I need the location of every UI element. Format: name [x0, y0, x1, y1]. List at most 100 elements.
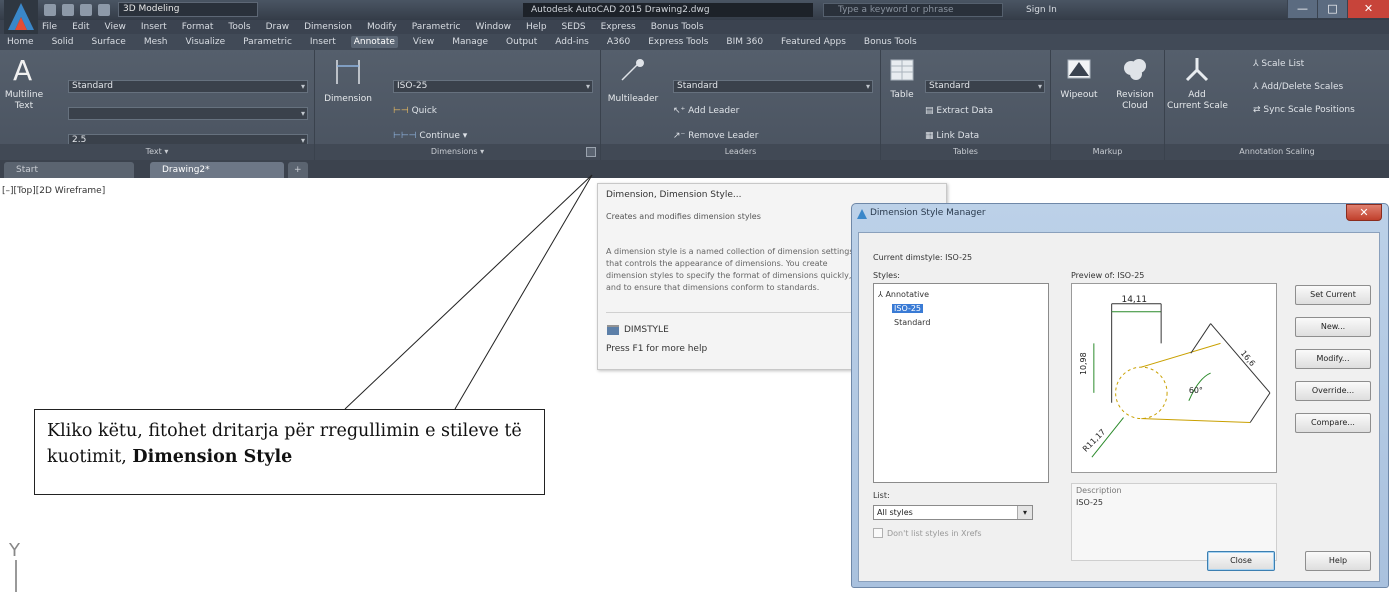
doc-tab-start[interactable]: Start [4, 162, 134, 178]
text-a-icon: A [13, 54, 32, 87]
menu-modify[interactable]: Modify [367, 22, 397, 32]
dimensions-panel-title[interactable]: Dimensions ▾ [315, 144, 600, 160]
tab-parametric[interactable]: Parametric [240, 36, 295, 48]
tab-insert[interactable]: Insert [307, 36, 339, 48]
dialog-body: Current dimstyle: ISO-25 Styles: Preview… [858, 232, 1380, 582]
tab-bonus-tools[interactable]: Bonus Tools [861, 36, 920, 48]
menu-draw[interactable]: Draw [266, 22, 290, 32]
menu-view[interactable]: View [105, 22, 126, 32]
scale-list-button[interactable]: ⅄ Scale List [1253, 58, 1304, 70]
sync-scale-button[interactable]: ⇄ Sync Scale Positions [1253, 104, 1355, 116]
leaders-panel-title[interactable]: Leaders [601, 144, 880, 160]
tab-output[interactable]: Output [503, 36, 540, 48]
text-panel-title[interactable]: Text ▾ [0, 144, 314, 160]
menu-parametric[interactable]: Parametric [412, 22, 461, 32]
tab-visualize[interactable]: Visualize [183, 36, 229, 48]
menu-express[interactable]: Express [601, 22, 636, 32]
style-item-standard[interactable]: Standard [894, 318, 930, 327]
dimension-button[interactable]: Dimension [321, 54, 375, 105]
menu-dimension[interactable]: Dimension [304, 22, 352, 32]
quick-dim-button[interactable]: ⊢⊣ Quick [393, 105, 437, 117]
tab-featured-apps[interactable]: Featured Apps [778, 36, 849, 48]
style-item-annotative[interactable]: ⅄ Annotative [878, 290, 929, 299]
tab-solid[interactable]: Solid [49, 36, 77, 48]
dimension-style-launcher-icon[interactable] [586, 147, 596, 157]
tab-manage[interactable]: Manage [449, 36, 491, 48]
extract-data-button[interactable]: ▤ Extract Data [925, 105, 993, 117]
window-controls: — □ ✕ [1287, 0, 1389, 20]
multileader-button[interactable]: Multileader [607, 54, 659, 105]
compare-style-button[interactable]: Compare... [1295, 413, 1371, 433]
continue-dim-button[interactable]: ⊢⊢⊣ Continue ▾ [393, 130, 467, 142]
search-input[interactable]: Type a keyword or phrase [823, 3, 1003, 17]
revision-cloud-button[interactable]: Revision Cloud [1107, 54, 1163, 112]
find-text-combo[interactable] [68, 107, 308, 120]
menu-format[interactable]: Format [182, 22, 214, 32]
new-icon[interactable] [44, 4, 56, 16]
set-current-button[interactable]: Set Current [1295, 285, 1371, 305]
menu-seds[interactable]: SEDS [562, 22, 586, 32]
maximize-button[interactable]: □ [1317, 0, 1347, 18]
menu-tools[interactable]: Tools [228, 22, 250, 32]
workspace-dropdown[interactable]: 3D Modeling [118, 2, 258, 17]
remove-leader-button[interactable]: ↗⁻ Remove Leader [673, 130, 758, 142]
style-item-iso25[interactable]: ISO-25 [892, 304, 924, 313]
gear-icon[interactable] [98, 4, 110, 16]
modify-style-button[interactable]: Modify... [1295, 349, 1371, 369]
instruction-callout: Kliko këtu, fitohet dritarja për rregull… [34, 409, 545, 495]
override-style-button[interactable]: Override... [1295, 381, 1371, 401]
tab-home[interactable]: Home [4, 36, 37, 48]
add-delete-scales-button[interactable]: ⅄ Add/Delete Scales [1253, 81, 1343, 93]
tab-express-tools[interactable]: Express Tools [645, 36, 711, 48]
help-button[interactable]: Help [1305, 551, 1371, 571]
multiline-text-button[interactable]: A Multiline Text [4, 54, 44, 112]
menu-insert[interactable]: Insert [141, 22, 167, 32]
tab-bim360[interactable]: BIM 360 [723, 36, 766, 48]
ribbon-panel-area: A Multiline Text Standard 2.5 Text ▾ Dim… [0, 50, 1389, 160]
tab-view[interactable]: View [410, 36, 437, 48]
quick-dim-label: Quick [411, 106, 438, 116]
menu-help[interactable]: Help [526, 22, 547, 32]
table-style-combo[interactable]: Standard [925, 80, 1045, 93]
minimize-button[interactable]: — [1287, 0, 1317, 18]
menu-window[interactable]: Window [476, 22, 512, 32]
link-data-button[interactable]: ▦ Link Data [925, 130, 979, 142]
xref-checkbox-row[interactable]: Don't list styles in Xrefs [873, 528, 982, 538]
text-style-combo[interactable]: Standard [68, 80, 308, 93]
tab-mesh[interactable]: Mesh [141, 36, 171, 48]
list-filter-select[interactable]: All styles [873, 505, 1033, 520]
viewport-controls[interactable]: [–][Top][2D Wireframe] [2, 186, 105, 196]
save-icon[interactable] [80, 4, 92, 16]
continue-dim-icon: ⊢⊢⊣ [393, 131, 417, 141]
tables-panel-title[interactable]: Tables [881, 144, 1050, 160]
open-icon[interactable] [62, 4, 74, 16]
doc-tab-drawing2[interactable]: Drawing2* [150, 162, 284, 178]
xref-checkbox[interactable] [873, 528, 883, 538]
leader-style-combo[interactable]: Standard [673, 80, 873, 93]
add-leader-button[interactable]: ↖⁺ Add Leader [673, 105, 739, 117]
svg-text:A: A [13, 54, 32, 84]
wipeout-button[interactable]: Wipeout [1053, 54, 1105, 101]
new-style-button[interactable]: New... [1295, 317, 1371, 337]
signin-button[interactable]: Sign In [1026, 3, 1057, 17]
dialog-close-button[interactable]: ✕ [1346, 204, 1382, 221]
table-button[interactable]: Table [885, 54, 919, 101]
close-button[interactable]: ✕ [1347, 0, 1389, 18]
styles-list[interactable]: ⅄ Annotative ISO-25 Standard [873, 283, 1049, 483]
menu-edit[interactable]: Edit [72, 22, 89, 32]
annotation-scaling-panel-title[interactable]: Annotation Scaling [1165, 144, 1389, 160]
dimension-style-combo[interactable]: ISO-25 [393, 80, 593, 93]
add-leader-icon: ↖⁺ [673, 106, 686, 116]
tab-annotate[interactable]: Annotate [350, 36, 398, 48]
menu-bonus-tools[interactable]: Bonus Tools [651, 22, 704, 32]
autocad-logo-icon[interactable] [4, 0, 38, 34]
tab-add-ins[interactable]: Add-ins [552, 36, 592, 48]
remove-leader-icon: ↗⁻ [673, 131, 686, 141]
menu-file[interactable]: File [42, 22, 57, 32]
close-dialog-button[interactable]: Close [1207, 551, 1275, 571]
tab-a360[interactable]: A360 [604, 36, 633, 48]
add-current-scale-button[interactable]: Add Current Scale [1167, 54, 1228, 112]
markup-panel-title[interactable]: Markup [1051, 144, 1164, 160]
new-tab-button[interactable]: + [288, 162, 308, 178]
tab-surface[interactable]: Surface [89, 36, 129, 48]
